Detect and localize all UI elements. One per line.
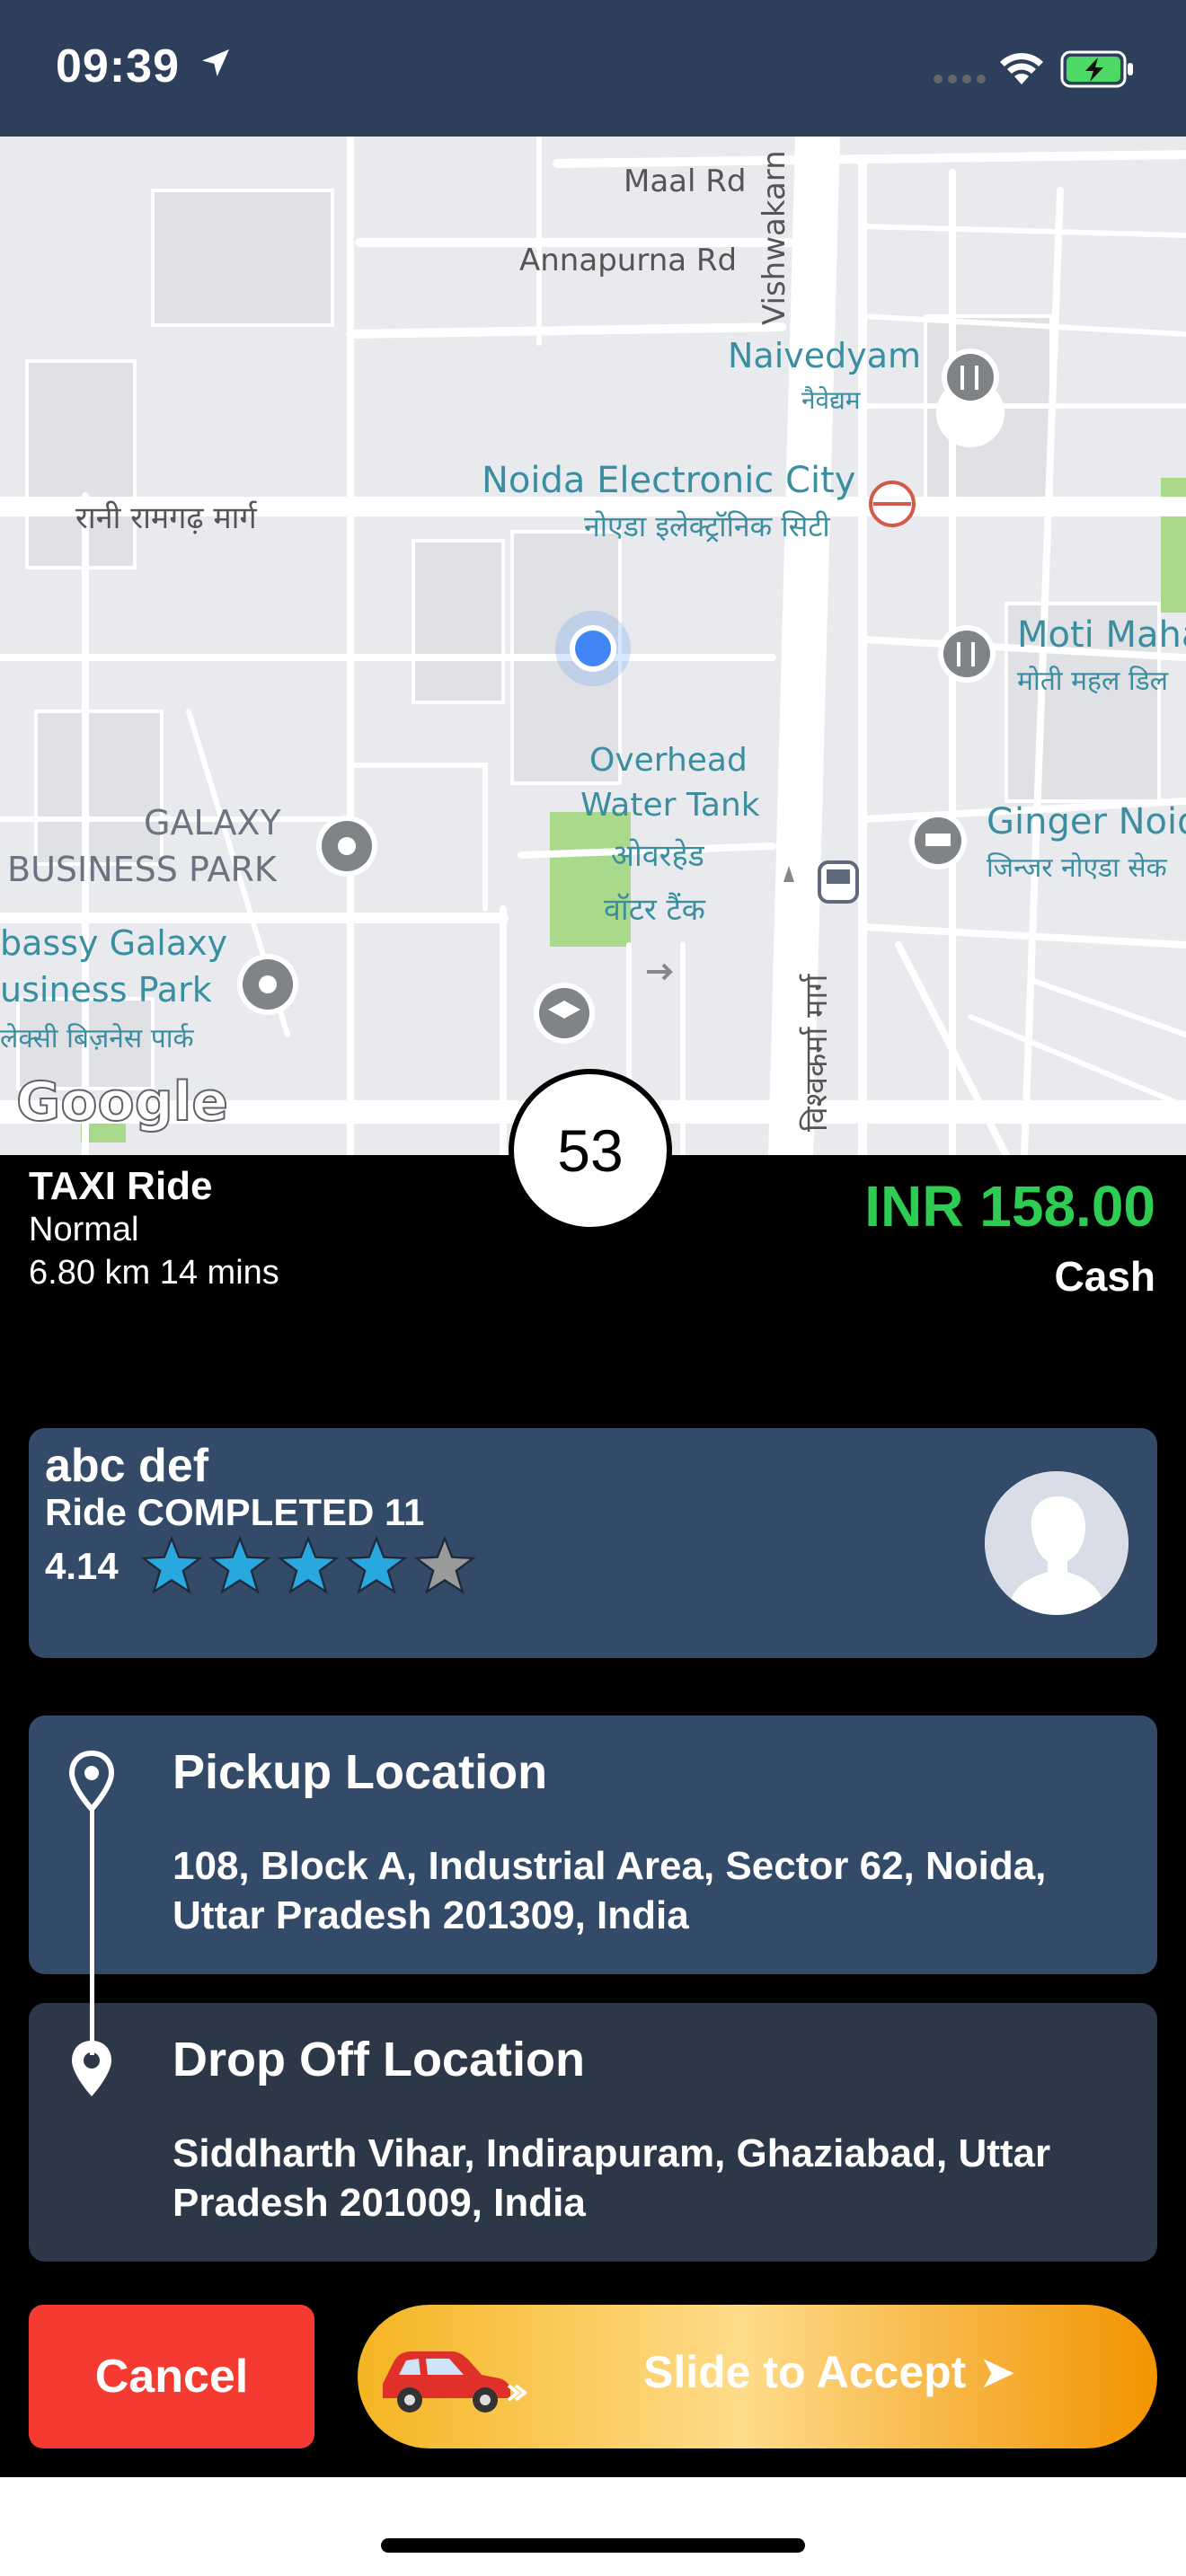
cancel-button[interactable]: Cancel [29,2305,314,2448]
countdown-timer: 53 [509,1069,672,1232]
map-label-vishwakarma-road: Vishwakarn [757,150,792,325]
star-filled-icon [277,1535,340,1594]
slide-to-accept-slider[interactable]: Slide to Accept ➤ [358,2305,1157,2448]
rider-card: abc def Ride COMPLETED 11 4.14 [29,1428,1157,1658]
map-label-naivedyam: Naivedyam [728,336,922,375]
battery-charging-icon [1060,50,1133,88]
google-logo: Google [15,1070,229,1134]
ride-price: INR 158.00 [864,1174,1155,1239]
pickup-location-card: Pickup Location 108, Block A, Industrial… [29,1716,1157,1974]
map-label-galaxy-hindi: लेक्सी बिज़नेस पार्क [0,1023,194,1054]
map-label-ginger-noida-hindi: जिन्जर नोएडा सेक [987,852,1167,884]
ride-class: Normal [29,1211,139,1248]
rider-name: abc def [45,1440,209,1492]
map-label-moti-mahal: Moti Maha [1017,614,1186,656]
payment-method: Cash [1054,1253,1155,1300]
pickup-title: Pickup Location [173,1745,548,1799]
home-indicator[interactable] [381,2538,805,2553]
status-time: 09:39 [56,40,180,93]
ride-type: TAXI Ride [29,1164,213,1208]
rating-value: 4.14 [45,1545,119,1587]
map-label-ginger-noida: Ginger Noid [987,801,1186,842]
map-label-overhead-tank-hindi-line1: ओवरहेड [611,838,704,874]
dropoff-title: Drop Off Location [173,2033,585,2086]
cellular-signal-icon [934,75,986,84]
map-label-business-park: BUSINESS PARK [7,850,277,889]
ride-distance-duration: 6.80 km 14 mins [29,1254,279,1292]
avatar [985,1471,1128,1615]
map-label-bassy-galaxy: bassy Galaxy [0,923,228,963]
star-filled-icon [208,1535,271,1594]
star-empty-icon [413,1535,476,1594]
route-connector-line [90,1805,94,2055]
status-bar: 09:39 [0,0,1186,137]
map-label-naivedyam-hindi: नैवेद्यम [801,385,861,415]
map-label-maal-rd: Maal Rd [624,163,747,199]
car-icon[interactable] [374,2332,527,2422]
map-label-annapurna-rd: Annapurna Rd [519,243,738,278]
rides-completed: Ride COMPLETED 11 [45,1491,425,1533]
dropoff-location-card: Drop Off Location Siddharth Vihar, Indir… [29,2003,1157,2262]
map-label-overhead-tank-line1: Overhead [589,742,748,779]
map-label-noida-electronic-city-hindi: नोएडा इलेक्ट्रॉनिक सिटी [584,509,830,543]
slide-label: Slide to Accept ➤ [643,2347,1017,2397]
pickup-address: 108, Block A, Industrial Area, Sector 62… [173,1844,1047,1937]
star-filled-icon [140,1535,203,1594]
location-arrow-icon [202,49,229,76]
map-label-rani-ramgarh-marg: रानी रामगढ़ मार्ग [75,500,257,536]
map-label-noida-electronic-city: Noida Electronic City [482,460,856,501]
map-label-galaxy: GALAXY [144,803,281,842]
map-view[interactable]: Maal Rd Annapurna Rd Vishwakarn Naivedya… [0,137,1186,1155]
map-label-overhead-tank-line2: Water Tank [580,787,760,824]
map-label-overhead-tank-hindi-line2: वॉटर टैंक [604,892,705,928]
wifi-icon [1000,53,1043,84]
user-placeholder-icon [985,1471,1128,1615]
dropoff-address: Siddharth Vihar, Indirapuram, Ghaziabad,… [173,2131,1051,2225]
star-filled-icon [345,1535,408,1594]
rating-stars [140,1534,476,1597]
map-label-vishwakarma-marg-hindi: विश्वकर्मा मार्ग [799,974,835,1132]
home-indicator-area [0,2477,1186,2576]
map-label-usiness-park: usiness Park [0,970,212,1010]
map-label-moti-mahal-hindi: मोती महल डिल [1017,666,1169,697]
